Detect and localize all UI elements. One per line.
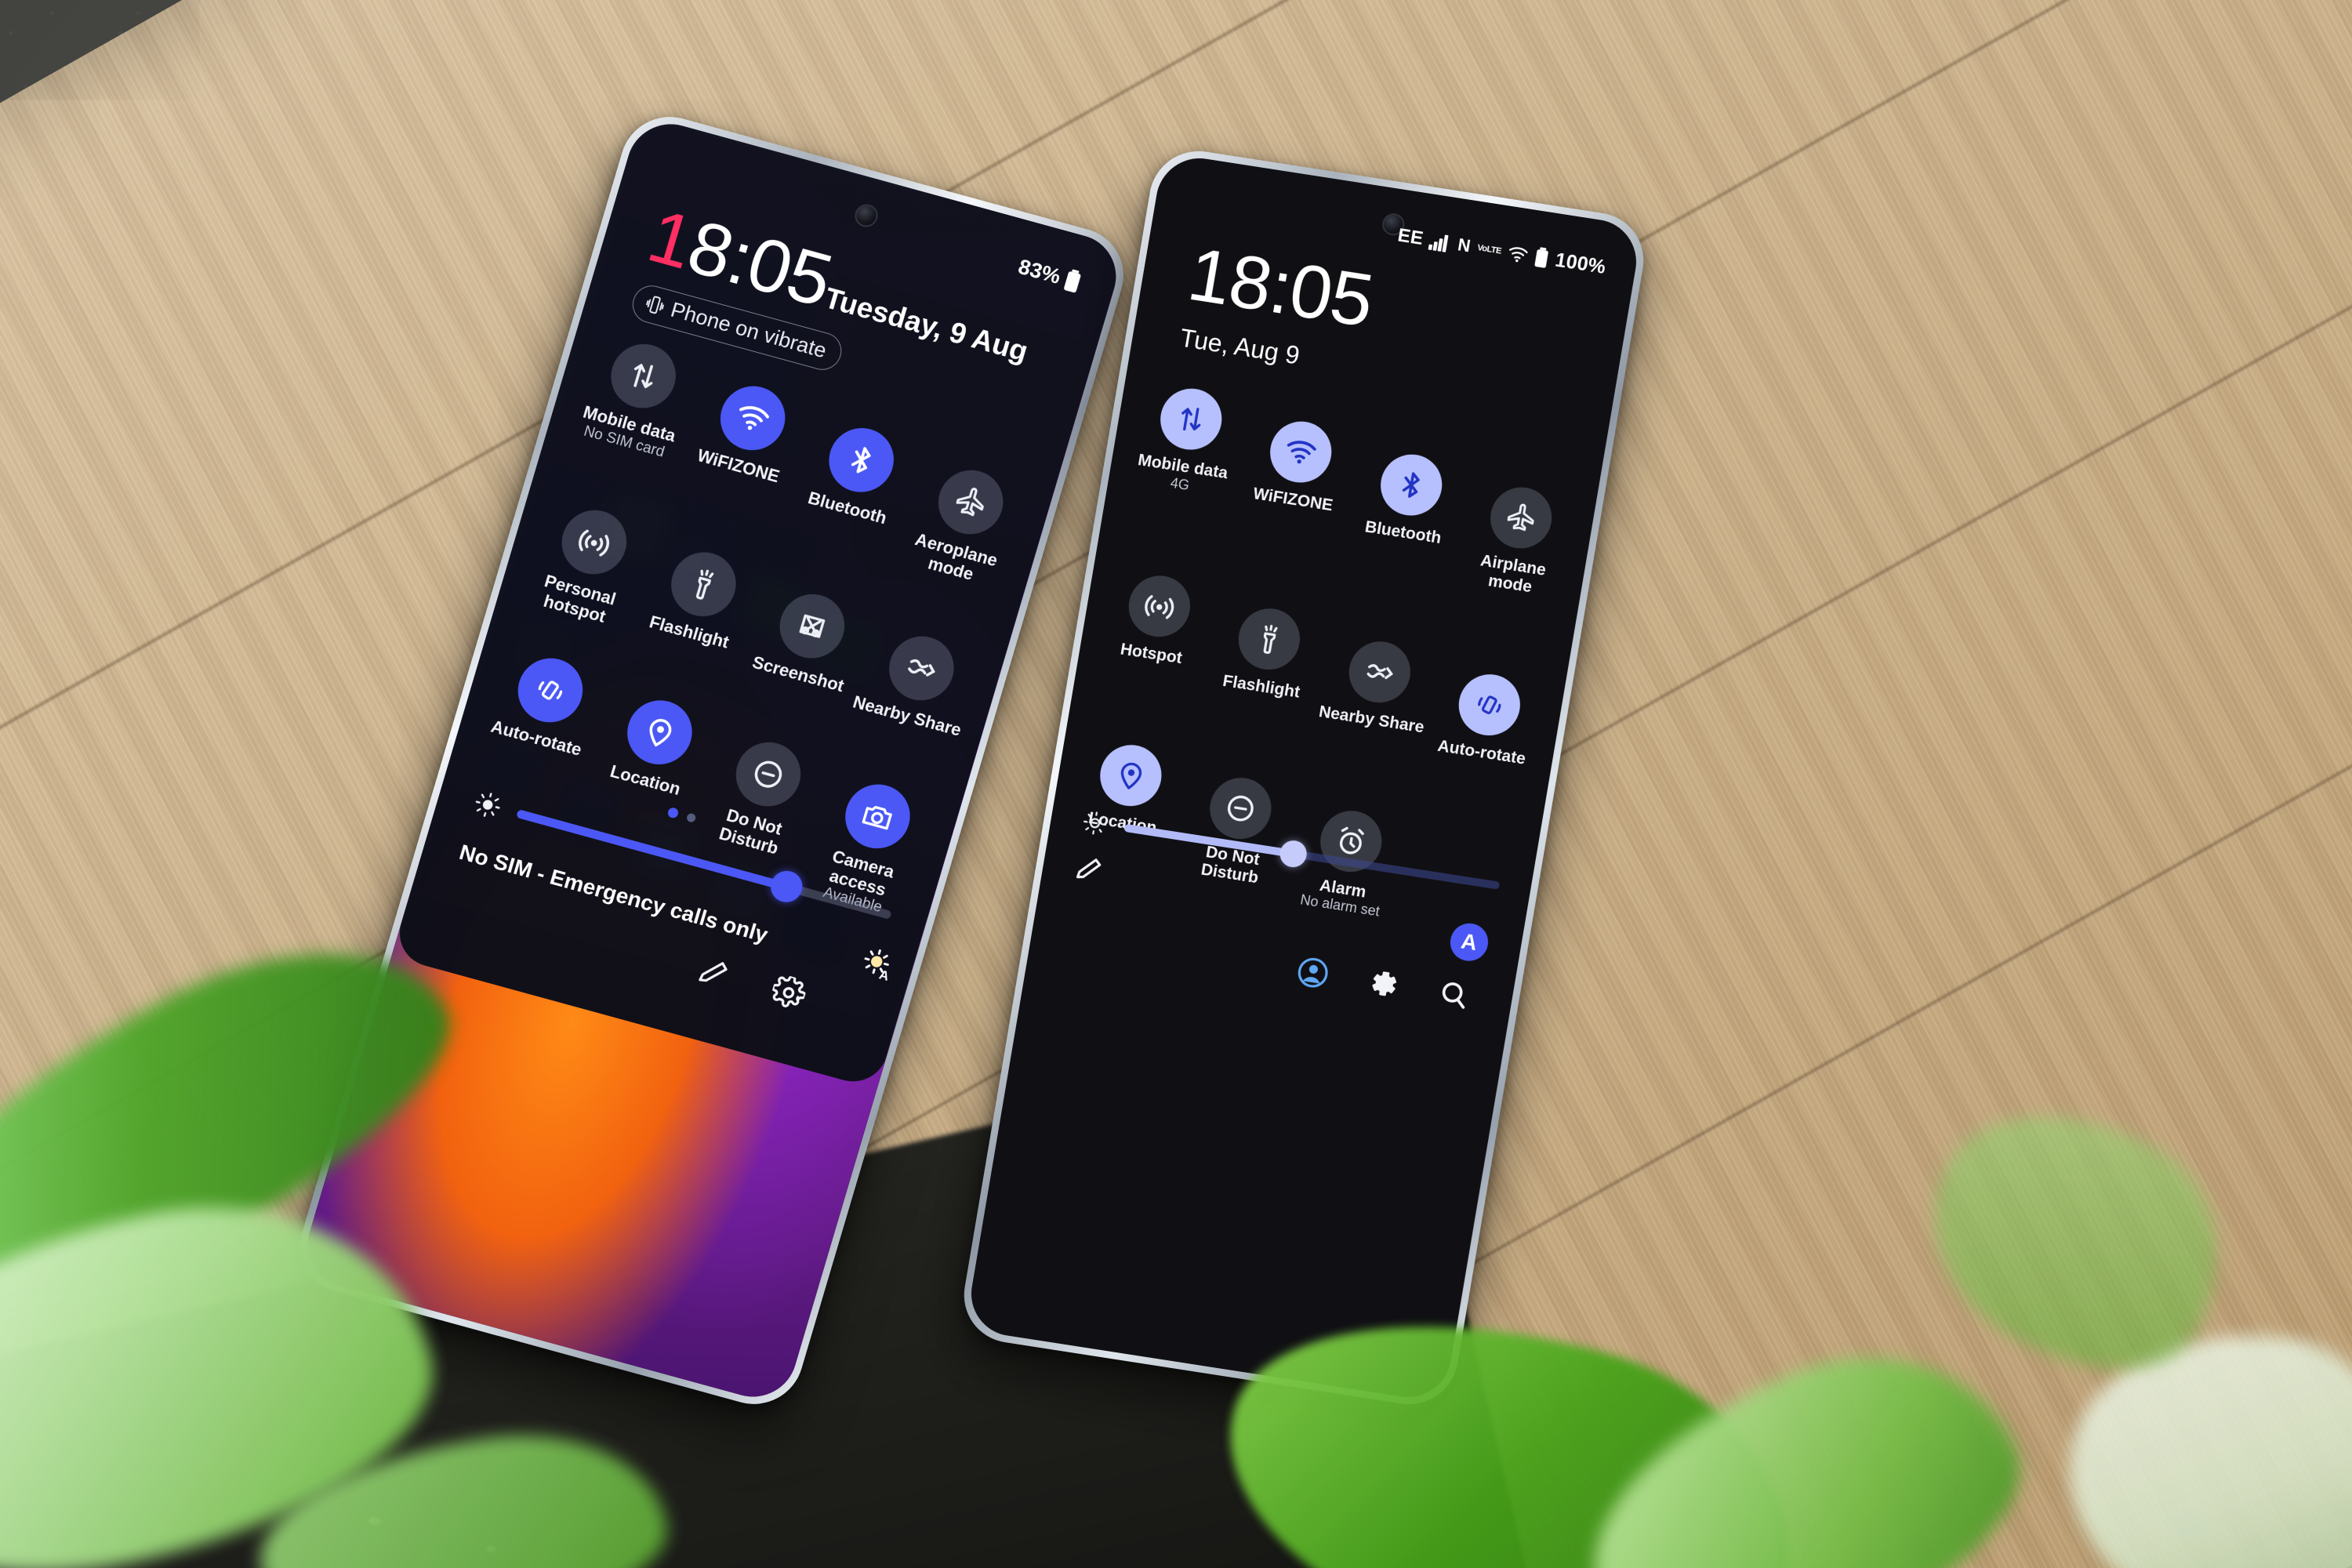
tile-sublabel: 4G xyxy=(1169,474,1191,493)
phone-left-footer[interactable] xyxy=(694,953,809,1013)
user-avatar-icon[interactable] xyxy=(1295,955,1331,991)
tile-label: Flashlight xyxy=(1221,671,1301,702)
auto-rotate-icon[interactable] xyxy=(510,651,591,730)
hotspot-icon[interactable] xyxy=(554,503,635,583)
phone-left-date: Tuesday, 9 Aug xyxy=(821,281,1032,368)
battery-icon xyxy=(1534,247,1550,269)
photo-scene: 83% 18:05 Tuesday, 9 Aug Phone on vibrat… xyxy=(0,0,2352,1568)
phone-right-date: Tue, Aug 9 xyxy=(1178,323,1302,370)
tile-label: Bluetooth xyxy=(805,488,889,528)
tile-label: Nearby Share xyxy=(851,691,964,741)
tile-label: Auto-rotate xyxy=(488,716,584,760)
volte-label: VoLTE xyxy=(1476,243,1502,256)
nearby-share-icon[interactable] xyxy=(1344,637,1415,707)
vibrate-icon xyxy=(642,292,669,318)
battery-percent-label: 83% xyxy=(1015,254,1064,289)
bluetooth-icon[interactable] xyxy=(821,420,902,500)
screenshot-icon[interactable] xyxy=(771,586,853,666)
tile-label: Hotspot xyxy=(1119,640,1184,668)
bluetooth-icon[interactable] xyxy=(1375,450,1446,521)
tile-label: Aeroplane mode xyxy=(913,529,1000,584)
tile-label: Nearby Share xyxy=(1317,702,1426,737)
flashlight-icon[interactable] xyxy=(662,545,744,624)
tile-nearby-share[interactable]: Nearby Share xyxy=(1311,602,1446,753)
tile-hotspot[interactable]: Hotspot xyxy=(1085,568,1221,718)
tile-label: Personal hotspot xyxy=(541,571,619,627)
tile-label: Flashlight xyxy=(647,612,731,653)
edit-pencil-icon[interactable] xyxy=(1073,853,1105,885)
tile-auto-rotate[interactable]: Auto-rotate xyxy=(1424,619,1559,770)
phone-right-footer[interactable] xyxy=(1294,954,1472,1013)
edit-pencil-icon[interactable] xyxy=(694,953,733,992)
svg-text:A: A xyxy=(877,967,891,984)
auto-brightness-icon[interactable]: A xyxy=(856,943,899,985)
tile-label: Auto-rotate xyxy=(1436,736,1527,768)
tile-label: Bluetooth xyxy=(1363,517,1443,548)
tile-label: WiFIZONE xyxy=(695,445,782,487)
battery-icon xyxy=(1062,268,1083,294)
wifi-icon[interactable] xyxy=(712,379,793,458)
wifi-icon[interactable] xyxy=(1265,417,1337,488)
tile-airplane-mode[interactable]: Airplane mode xyxy=(1452,433,1590,602)
mobile-data-icon[interactable] xyxy=(603,336,684,416)
signal-bars-icon xyxy=(1428,231,1453,252)
tile-label: Screenshot xyxy=(750,652,847,696)
phone-right-clock: 18:05 xyxy=(1182,231,1379,343)
brightness-icon xyxy=(1080,809,1109,837)
airplane-icon[interactable] xyxy=(1486,483,1557,553)
mobile-data-icon[interactable] xyxy=(1155,384,1227,455)
search-icon[interactable] xyxy=(1436,977,1472,1013)
gear-icon[interactable] xyxy=(768,973,809,1013)
auto-rotate-icon[interactable] xyxy=(1454,670,1526,740)
location-pin-icon[interactable] xyxy=(1095,740,1167,811)
location-pin-icon[interactable] xyxy=(619,692,700,772)
camera-icon[interactable] xyxy=(837,777,918,856)
volte-icon: VoLTE xyxy=(1476,243,1502,256)
network-type-label: N xyxy=(1456,234,1472,256)
hotspot-icon[interactable] xyxy=(1123,571,1195,641)
wifi-icon xyxy=(1507,245,1530,264)
tile-label: WiFIZONE xyxy=(1251,485,1334,515)
battery-percent-label: 100% xyxy=(1553,249,1608,278)
gear-icon[interactable] xyxy=(1364,965,1403,1003)
flashlight-icon[interactable] xyxy=(1234,604,1305,674)
tile-flashlight[interactable]: Flashlight xyxy=(1198,585,1334,735)
tile-label: Location xyxy=(608,760,683,799)
do-not-disturb-icon[interactable] xyxy=(728,735,809,814)
nearby-share-icon[interactable] xyxy=(880,629,962,708)
carrier-name-label: EE xyxy=(1396,224,1425,250)
tile-label: Airplane mode xyxy=(1479,551,1548,597)
airplane-icon[interactable] xyxy=(930,463,1011,542)
